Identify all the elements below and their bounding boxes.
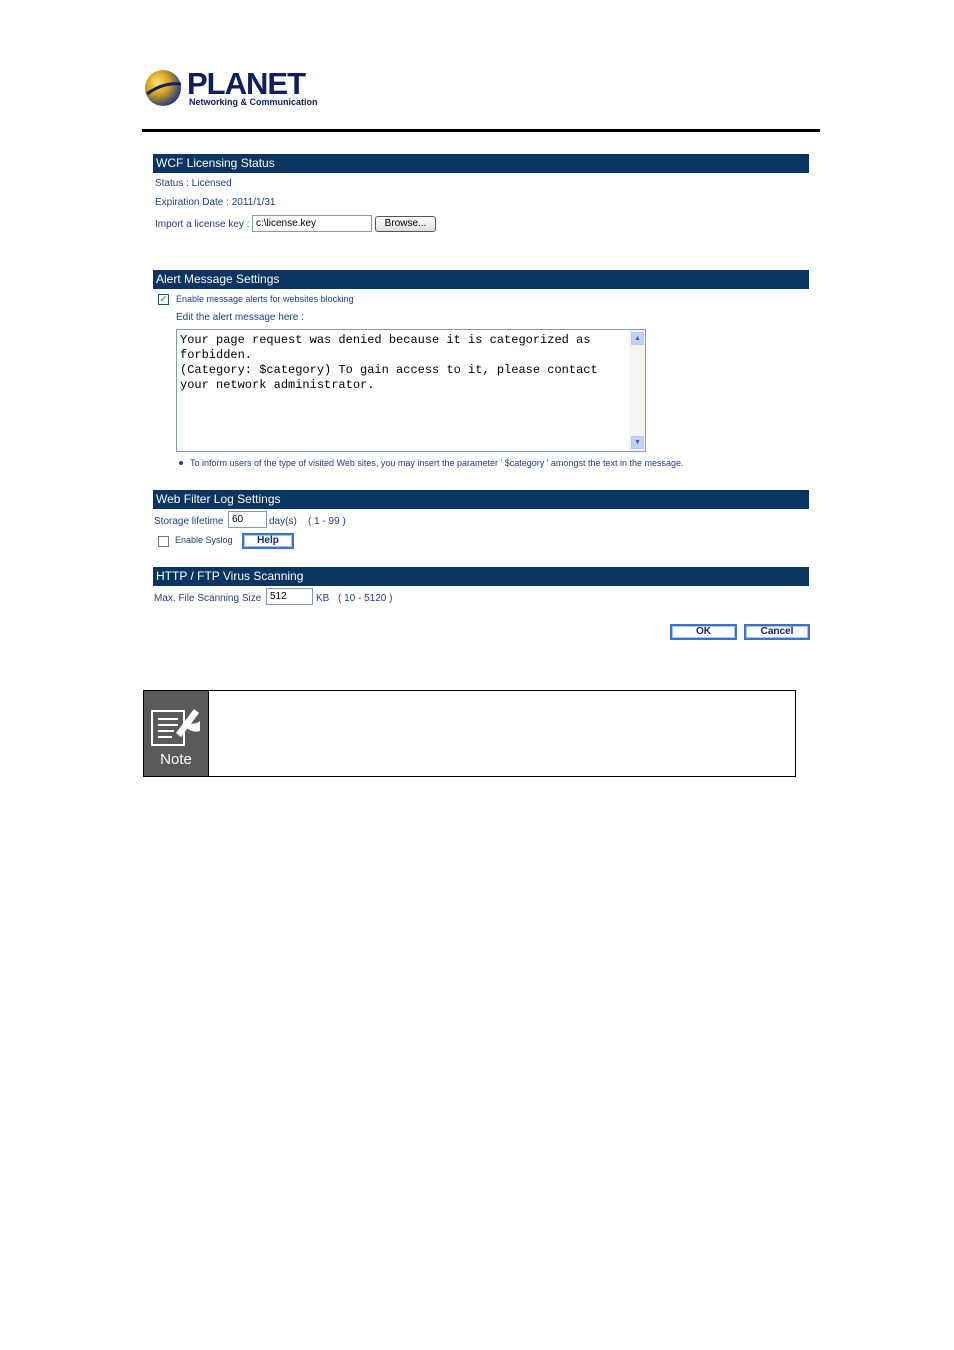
max-scan-size-label: Max. File Scanning Size	[154, 593, 262, 604]
enable-syslog-label: Enable Syslog	[175, 535, 233, 545]
scan-size-unit: KB	[316, 593, 330, 604]
license-key-input[interactable]: c:\license.key	[252, 215, 372, 232]
category-hint: To inform users of the type of visited W…	[190, 458, 684, 468]
globe-icon	[145, 70, 182, 106]
alert-message-textarea[interactable]: Your page request was denied because it …	[176, 329, 646, 452]
note-icon: Note	[144, 691, 209, 776]
brand-tagline: Networking & Communication	[189, 97, 318, 107]
enable-alerts-checkbox[interactable]: ✓	[158, 294, 169, 305]
storage-lifetime-input[interactable]: 60	[228, 511, 267, 528]
alert-section-header: Alert Message Settings	[153, 270, 809, 289]
edit-message-label: Edit the alert message here :	[176, 312, 304, 323]
scan-size-range: ( 10 - 5120 )	[338, 593, 393, 604]
log-section-header: Web Filter Log Settings	[153, 490, 809, 509]
hint-bullet-icon	[179, 461, 183, 465]
storage-unit: day(s)	[269, 516, 297, 527]
ok-button[interactable]: OK	[670, 624, 737, 640]
header-divider	[142, 129, 820, 132]
storage-lifetime-label: Storage lifetime	[154, 516, 224, 527]
max-scan-size-input[interactable]: 512	[266, 588, 313, 605]
cancel-button[interactable]: Cancel	[744, 624, 810, 640]
notepad-pen-icon	[151, 709, 200, 746]
virus-section-header: HTTP / FTP Virus Scanning	[153, 567, 809, 586]
alert-message-text: Your page request was denied because it …	[180, 333, 598, 392]
scroll-up-icon[interactable]: ▲	[631, 332, 644, 345]
enable-syslog-checkbox[interactable]	[158, 536, 169, 547]
note-label: Note	[160, 751, 192, 768]
scroll-down-icon[interactable]: ▼	[631, 436, 644, 449]
wcf-section-header: WCF Licensing Status	[153, 154, 809, 173]
message-scrollbar[interactable]: ▲ ▼	[629, 330, 645, 451]
planet-logo: PLANET Networking & Communication	[143, 66, 318, 110]
license-status: Status : Licensed	[155, 178, 232, 189]
browse-button[interactable]: Browse...	[375, 216, 436, 232]
note-box: Note	[143, 690, 796, 777]
import-license-label: Import a license key :	[155, 219, 250, 230]
storage-range: ( 1 - 99 )	[308, 516, 346, 527]
expiration-date: Expiration Date : 2011/1/31	[155, 197, 276, 208]
enable-alerts-label: Enable message alerts for websites block…	[176, 294, 354, 304]
help-button[interactable]: Help	[242, 533, 294, 549]
